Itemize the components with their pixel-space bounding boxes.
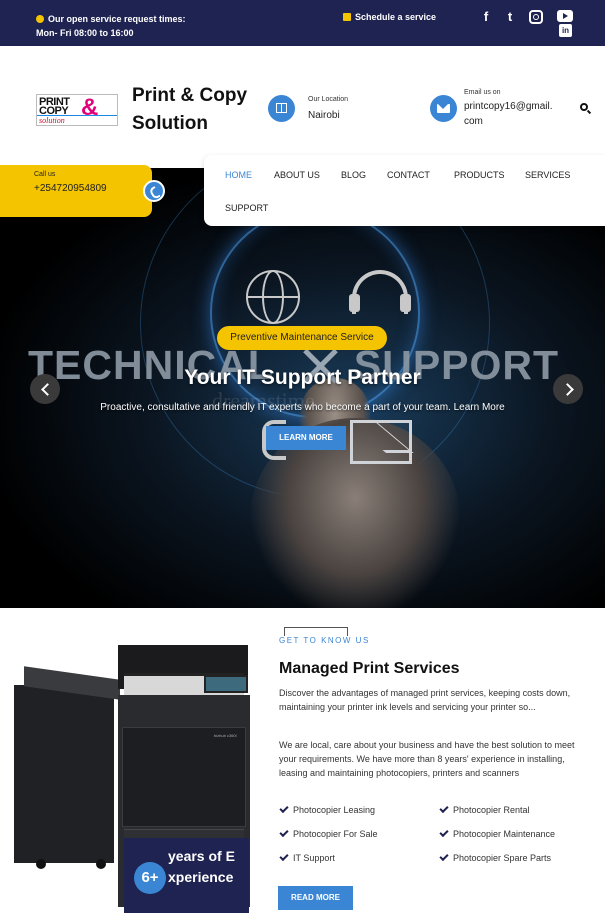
printer-finisher — [14, 685, 114, 863]
nav-home[interactable]: HOME — [225, 170, 252, 180]
hero-slider: TECHNICAL SUPPORT dreamstime Preventive M… — [0, 168, 605, 608]
experience-badge: 6+ years of Experience — [124, 838, 249, 913]
service-hours: Our open service request times: Mon- Fri… — [36, 12, 186, 40]
clock-icon — [36, 15, 44, 23]
service-hours-value: Mon- Fri 08:00 to 16:00 — [36, 28, 134, 38]
check-icon — [439, 851, 449, 862]
top-bar: Our open service request times: Mon- Fri… — [0, 0, 605, 46]
experience-number: 6+ — [134, 862, 166, 894]
call-box[interactable]: Call us +254720954809 — [0, 165, 152, 217]
eyebrow-bracket — [284, 627, 348, 636]
learn-more-button[interactable]: LEARN MORE — [266, 426, 346, 450]
section-eyebrow: GET TO KNOW US — [279, 636, 370, 645]
location-value: Nairobi — [308, 110, 340, 121]
schedule-service-link[interactable]: Schedule a service — [343, 12, 436, 22]
main-nav: HOME ABOUT US BLOG CONTACT PRODUCTS SERV… — [204, 155, 605, 226]
nav-blog[interactable]: BLOG — [341, 170, 366, 180]
nav-about-us[interactable]: ABOUT US — [274, 170, 320, 180]
hero-subtitle: Proactive, consultative and friendly IT … — [100, 402, 505, 413]
about-paragraph-2: We are local, care about your business a… — [279, 740, 575, 778]
map-icon — [268, 95, 295, 122]
globe-icon — [246, 270, 300, 324]
calendar-icon — [343, 13, 351, 21]
experience-text: years of Experience — [168, 848, 235, 885]
nav-support[interactable]: SUPPORT — [225, 203, 268, 213]
twitter-icon[interactable]: t — [502, 9, 518, 24]
envelope-icon — [350, 420, 412, 464]
youtube-icon[interactable] — [557, 10, 573, 22]
logo-text-solution: solution — [39, 116, 65, 125]
feature-item: Photocopier Leasing — [293, 805, 376, 815]
nav-contact[interactable]: CONTACT — [387, 170, 430, 180]
call-value[interactable]: +254720954809 — [34, 182, 107, 196]
printer-wheel — [36, 859, 46, 869]
check-icon — [279, 827, 289, 838]
nav-services[interactable]: SERVICES — [525, 170, 570, 180]
slider-next-arrow-icon[interactable] — [553, 374, 583, 404]
check-icon — [279, 851, 289, 862]
service-hours-title: Our open service request times: — [48, 14, 186, 24]
feature-item: Photocopier Maintenance — [453, 829, 556, 839]
email-label: Email us on — [464, 89, 501, 96]
phone-call-icon[interactable] — [143, 180, 165, 202]
location-label: Our Location — [308, 96, 349, 103]
feature-item: IT Support — [293, 853, 335, 863]
brand-name[interactable]: Print & Copy Solution — [132, 82, 262, 138]
read-more-button[interactable]: READ MORE — [278, 886, 353, 910]
printer-model-label: bizhub c360i — [214, 733, 237, 738]
schedule-service-label: Schedule a service — [355, 12, 437, 22]
section-title: Managed Print Services — [279, 660, 460, 677]
call-label: Call us — [34, 171, 56, 178]
check-icon — [439, 827, 449, 838]
slider-prev-arrow-icon[interactable] — [30, 374, 60, 404]
linkedin-icon[interactable]: in — [559, 24, 572, 37]
email-value[interactable]: printcopy16@gmail.com — [464, 99, 556, 129]
printer-screen — [204, 675, 248, 693]
facebook-icon[interactable]: f — [478, 9, 494, 24]
check-icon — [279, 803, 289, 814]
feature-item: Photocopier Spare Parts — [453, 853, 552, 863]
search-icon[interactable] — [580, 103, 588, 111]
about-paragraph-1: Discover the advantages of managed print… — [279, 688, 571, 712]
hero-badge: Preventive Maintenance Service — [217, 326, 387, 350]
logo-ampersand: & — [81, 94, 99, 121]
check-icon — [439, 803, 449, 814]
instagram-icon[interactable] — [529, 10, 543, 24]
nav-products[interactable]: PRODUCTS — [454, 170, 505, 180]
feature-item: Photocopier For Sale — [293, 829, 378, 839]
site-logo[interactable]: PRINT COPY & solution — [36, 94, 118, 126]
feature-item: Photocopier Rental — [453, 805, 530, 815]
printer-wheel — [96, 859, 106, 869]
printer-front-panel — [122, 727, 246, 827]
hero-title: Your IT Support Partner — [184, 366, 421, 389]
email-icon — [430, 95, 457, 122]
